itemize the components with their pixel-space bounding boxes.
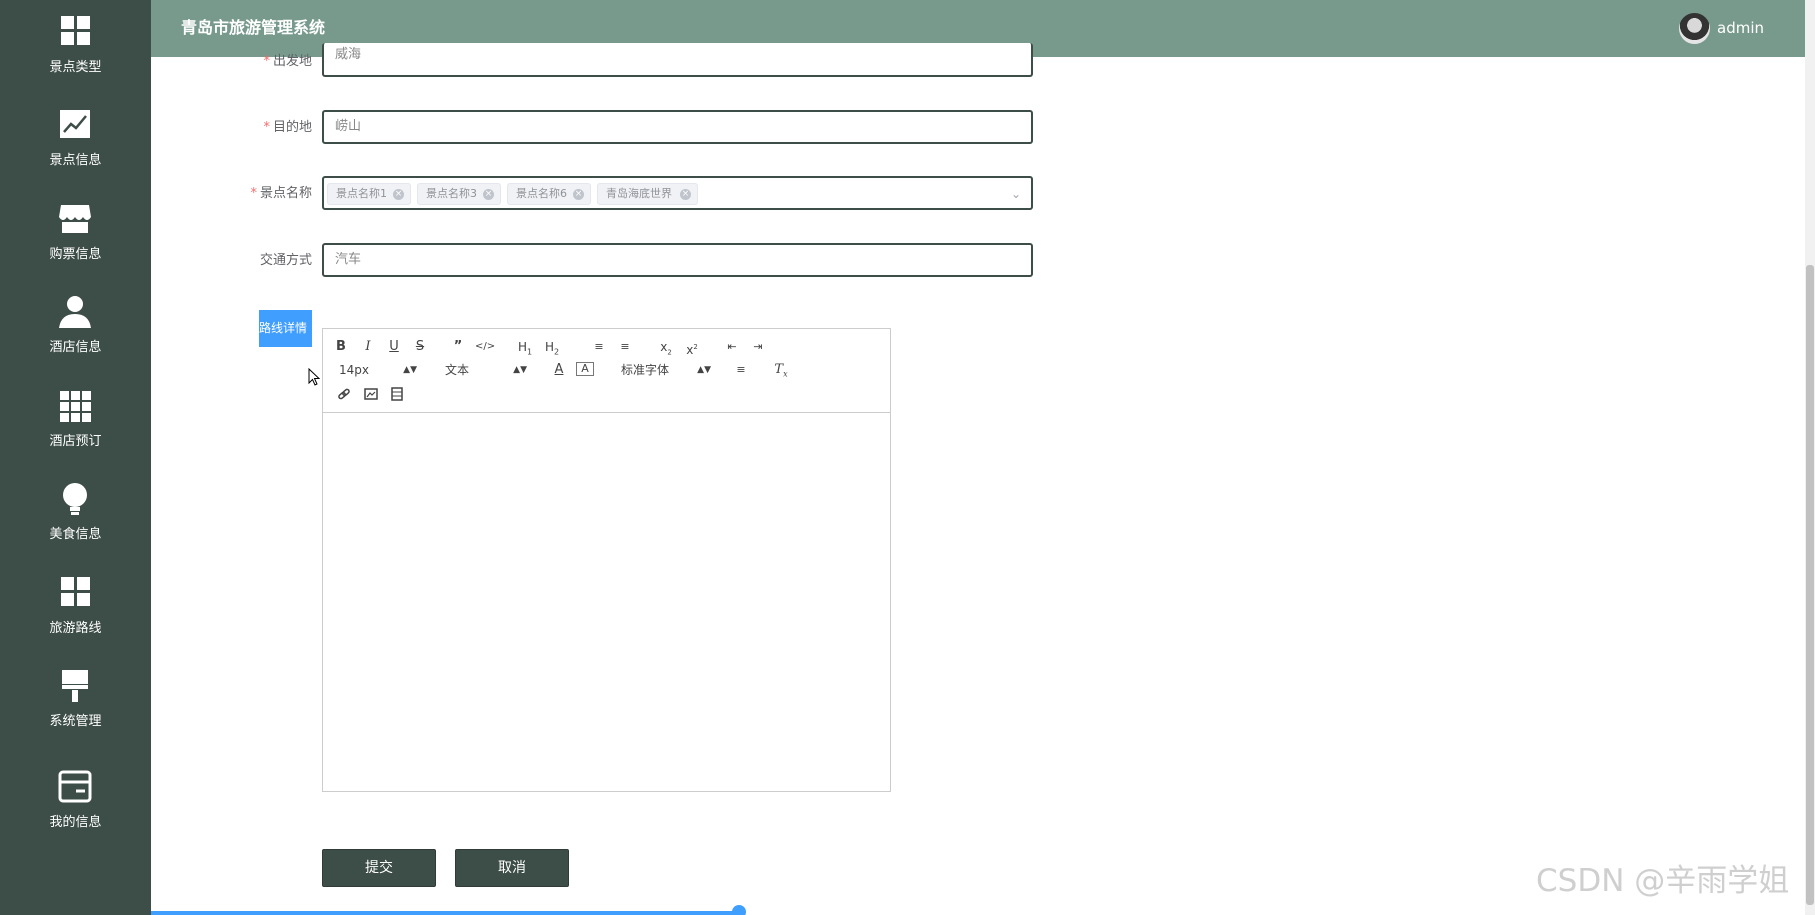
grid-icon — [61, 577, 90, 606]
app-title: 青岛市旅游管理系统 — [181, 18, 326, 37]
card-icon — [58, 770, 92, 803]
block-format-select[interactable]: 文本 ▲▼ — [445, 362, 527, 378]
brush-icon — [62, 670, 88, 702]
route-detail-label: 路线详情 — [259, 310, 312, 347]
clear-format-icon[interactable]: Tx — [772, 362, 790, 383]
close-icon[interactable]: × — [680, 189, 691, 200]
editor-toolbar: B I U S ” </> H1 H2 ≡ ≡ x2 x2 ⇤ ⇥ 14px ▲▼… — [323, 329, 890, 413]
watermark: CSDN @辛雨学姐 — [1536, 863, 1790, 899]
spot-tag: 景点名称1 × — [327, 183, 411, 205]
avatar[interactable] — [1679, 13, 1710, 44]
departure-label: * 出发地 — [263, 54, 312, 69]
sidebar-item-label: 酒店预订 — [49, 434, 102, 449]
bold-icon[interactable]: B — [332, 339, 350, 355]
sidebar-item-travel-route[interactable]: 旅游路线 — [0, 575, 151, 655]
subscript-icon[interactable]: x2 — [657, 339, 675, 360]
sidebar-item-label: 景点信息 — [49, 153, 102, 168]
outdent-icon[interactable]: ⇤ — [723, 339, 741, 355]
departure-input[interactable]: 威海 — [322, 43, 1033, 77]
sidebar-item-spot-info[interactable]: 景点信息 — [0, 107, 151, 187]
close-icon[interactable]: × — [573, 189, 584, 200]
rich-text-editor: B I U S ” </> H1 H2 ≡ ≡ x2 x2 ⇤ ⇥ 14px ▲▼… — [322, 328, 891, 792]
sidebar-item-label: 我的信息 — [49, 815, 102, 830]
sidebar-item-label: 购票信息 — [49, 247, 102, 262]
grid-icon — [61, 16, 90, 45]
blockquote-icon[interactable]: ” — [449, 339, 467, 355]
user-icon — [59, 296, 91, 328]
destination-label: * 目的地 — [263, 120, 312, 135]
sidebar-item-spot-type[interactable]: 景点类型 — [0, 14, 151, 94]
chevron-down-icon[interactable]: ⌄ — [1011, 187, 1025, 201]
destination-input[interactable]: 崂山 — [322, 110, 1033, 144]
trend-chart-icon — [60, 110, 90, 138]
close-icon[interactable]: × — [483, 189, 494, 200]
spot-tag: 景点名称3 × — [417, 183, 501, 205]
heading2-icon[interactable]: H2 — [541, 339, 563, 360]
background-color-icon[interactable]: A — [576, 362, 594, 376]
sidebar: 景点类型 景点信息 购票信息 酒店信息 酒店预订 美食信息 旅游路线 系统管理 … — [0, 0, 151, 915]
sidebar-item-label: 旅游路线 — [49, 621, 102, 636]
sidebar-item-hotel-info[interactable]: 酒店信息 — [0, 294, 151, 374]
font-color-icon[interactable]: A — [550, 362, 568, 378]
superscript-icon[interactable]: x2 — [683, 339, 701, 358]
grid-nine-icon — [60, 391, 91, 422]
username[interactable]: admin — [1717, 19, 1764, 37]
italic-icon[interactable]: I — [359, 339, 377, 355]
video-icon[interactable] — [390, 387, 404, 401]
cancel-button[interactable]: 取消 — [455, 849, 569, 887]
code-icon[interactable]: </> — [475, 339, 495, 355]
transport-input[interactable]: 汽车 — [322, 243, 1033, 277]
heading1-icon[interactable]: H1 — [514, 339, 536, 360]
spot-tag: 青岛海底世界 × — [597, 183, 698, 205]
submit-button[interactable]: 提交 — [322, 849, 436, 887]
font-size-select[interactable]: 14px ▲▼ — [339, 362, 417, 378]
strike-icon[interactable]: S — [411, 339, 429, 355]
link-icon[interactable] — [337, 387, 351, 401]
spot-tag: 景点名称6 × — [507, 183, 591, 205]
sidebar-item-my-info[interactable]: 我的信息 — [0, 769, 151, 849]
sidebar-item-system-manage[interactable]: 系统管理 — [0, 668, 151, 748]
horizontal-scrollbar-handle[interactable] — [732, 905, 746, 915]
align-icon[interactable]: ≡ — [732, 362, 750, 378]
underline-icon[interactable]: U — [385, 339, 403, 355]
shop-icon — [59, 205, 91, 233]
font-family-select[interactable]: 标准字体 ▲▼ — [621, 362, 711, 378]
sidebar-item-label: 系统管理 — [49, 714, 102, 729]
editor-content-area[interactable] — [323, 414, 890, 791]
indent-icon[interactable]: ⇥ — [749, 339, 767, 355]
transport-label: 交通方式 — [259, 253, 312, 268]
bulb-icon — [63, 483, 87, 515]
spots-label: * 景点名称 — [250, 186, 312, 201]
sidebar-item-label: 景点类型 — [49, 60, 102, 75]
vertical-scrollbar-thumb[interactable] — [1806, 265, 1814, 905]
ordered-list-icon[interactable]: ≡ — [590, 339, 608, 355]
horizontal-scrollbar[interactable] — [151, 911, 741, 915]
sidebar-item-label: 酒店信息 — [49, 340, 102, 355]
close-icon[interactable]: × — [393, 189, 404, 200]
mouse-cursor-icon — [308, 368, 320, 386]
image-icon[interactable] — [364, 387, 378, 401]
sidebar-item-food-info[interactable]: 美食信息 — [0, 481, 151, 561]
sidebar-item-ticket-info[interactable]: 购票信息 — [0, 201, 151, 281]
sidebar-item-hotel-booking[interactable]: 酒店预订 — [0, 388, 151, 468]
sidebar-item-label: 美食信息 — [49, 527, 102, 542]
bullet-list-icon[interactable]: ≡ — [616, 339, 634, 355]
